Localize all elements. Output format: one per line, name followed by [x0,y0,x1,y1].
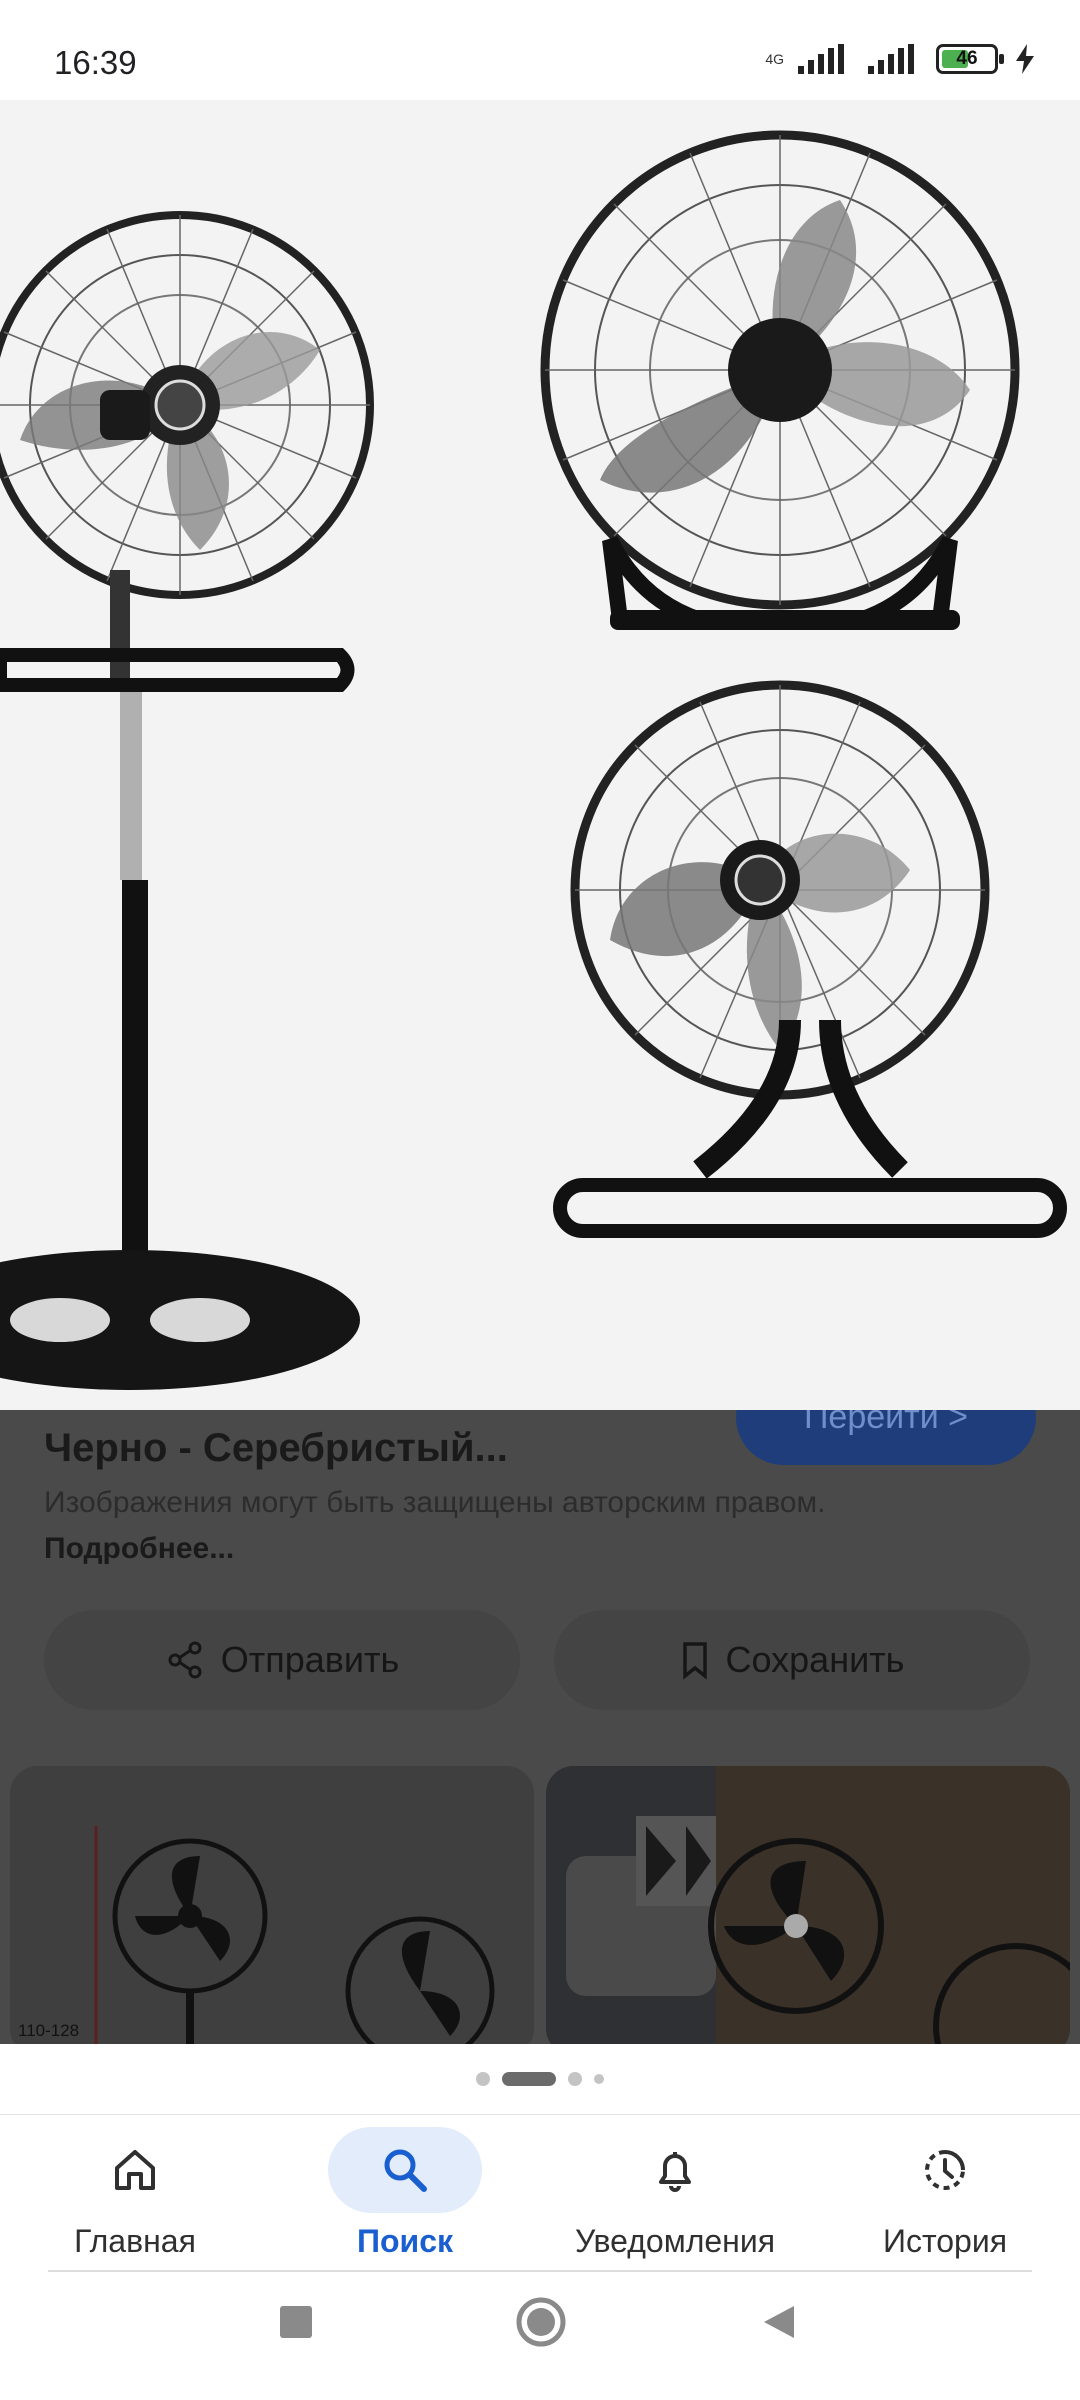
result-title[interactable]: Черно - Серебристый... [44,1426,508,1471]
nav-home-label: Главная [74,2223,196,2259]
learn-more-link[interactable]: Подробнее... [44,1532,234,1565]
save-button[interactable]: Сохранить [554,1610,1030,1710]
nav-notifications[interactable]: Уведомления [540,2125,810,2275]
image-pager [0,2044,1080,2114]
history-icon [925,2150,965,2190]
share-icon [168,1641,202,1679]
signal-icon-2 [868,44,914,74]
bottom-navigation: Главная Поиск Уведомления История [0,2114,1080,2274]
status-bar: 16:39 4G 46 [0,0,1080,100]
result-details: Перейти > Черно - Серебристый... Изображ… [0,1410,1080,2044]
height-annotation: 110-128 [18,2021,79,2040]
search-icon [384,2149,427,2192]
related-image-1[interactable]: 110-128 cm [10,1766,534,2044]
visit-button[interactable]: Перейти > [736,1410,1036,1465]
nav-search[interactable]: Поиск [270,2125,540,2275]
fan-product-image [0,100,1080,1410]
battery-level: 46 [956,48,978,69]
nav-history-label: История [882,2223,1008,2259]
nav-home[interactable]: Главная [0,2125,270,2275]
related-room-thumbnail [546,1766,1070,2044]
status-time: 16:39 [54,44,137,81]
network-type: 4G [765,51,784,67]
back-icon[interactable] [762,2304,798,2340]
nav-search-label: Поиск [356,2223,454,2259]
home-icon [115,2150,155,2190]
nav-notifications-label: Уведомления [574,2223,776,2259]
pager-dot-active[interactable] [502,2072,556,2086]
save-label: Сохранить [725,1639,905,1680]
system-navigation-bar [0,2274,1080,2400]
pager-dot[interactable] [476,2072,490,2086]
recents-icon[interactable] [278,2304,314,2340]
copyright-text: Изображения могут быть защищены авторски… [44,1486,826,1519]
divider [48,2270,1032,2272]
related-image-2[interactable] [546,1766,1070,2044]
status-icons: 4G 46 [765,44,1036,74]
nav-history[interactable]: История [810,2125,1080,2275]
battery-icon: 46 [936,44,1004,74]
share-button[interactable]: Отправить [44,1610,520,1710]
pager-dot[interactable] [568,2072,582,2086]
home-circle-icon[interactable] [515,2296,567,2348]
bell-icon [659,2152,691,2192]
signal-icon [798,44,844,74]
charging-icon [1016,44,1034,74]
share-label: Отправить [220,1639,400,1680]
bookmark-icon [682,1642,707,1680]
preview-image[interactable] [0,100,1080,1410]
related-fan-thumbnail: 110-128 cm [10,1766,534,2044]
copyright-notice: Изображения могут быть защищены авторски… [44,1480,944,1572]
pager-dot[interactable] [594,2074,604,2084]
